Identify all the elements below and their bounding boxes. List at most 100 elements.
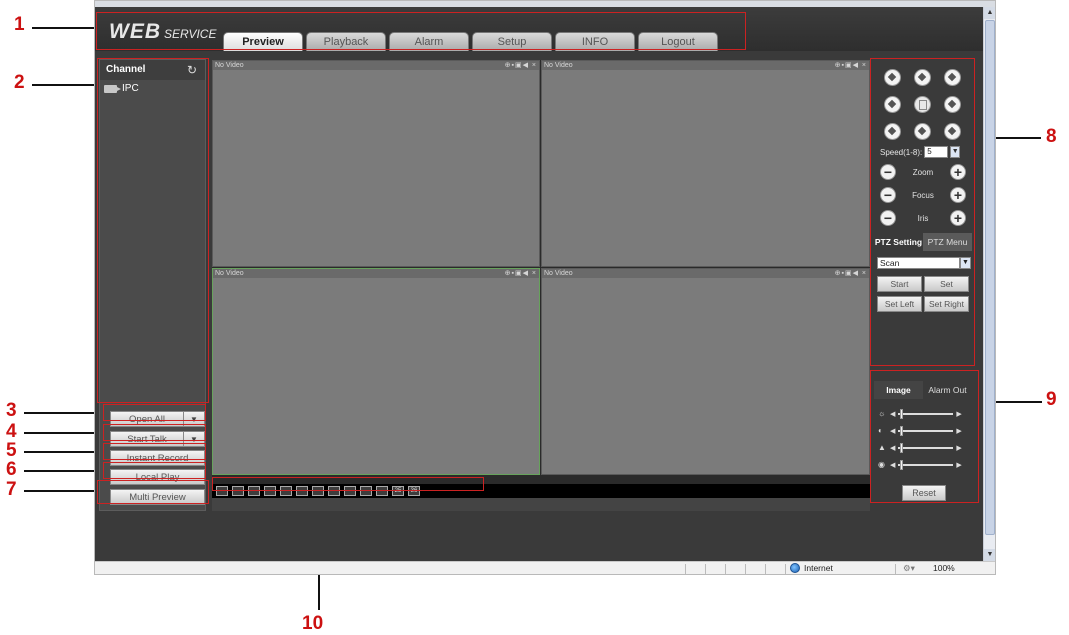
slider-thumb[interactable] [900,459,904,470]
ptz-left-icon[interactable] [884,96,901,113]
layout-13-icon[interactable] [344,486,356,496]
layout-buttons: 25 36 [216,486,420,496]
ptz-set-left-button[interactable]: Set Left [877,296,922,312]
scroll-up-icon[interactable]: ▲ [984,7,995,19]
security-zone-label: Internet [804,563,833,573]
ptz-3d-position-icon[interactable] [914,96,931,113]
tab-ptz-menu[interactable]: PTZ Menu [923,233,972,251]
instant-record-button[interactable]: Instant Record [110,450,205,466]
ptz-speed-select[interactable]: 5 [924,146,949,158]
tab-alarm-out[interactable]: Alarm Out [923,381,972,399]
video-cell-label: No Video [215,270,244,277]
local-play-button[interactable]: Local Play [110,469,205,485]
video-cell-tools-icon[interactable]: ⊕▪▣◀ × [505,61,537,70]
slider-thumb[interactable] [900,425,904,436]
status-separator [685,564,686,574]
scroll-thumb[interactable] [985,20,995,535]
slider-right-icon[interactable]: ▶ [956,427,961,435]
scroll-down-icon[interactable]: ▼ [984,549,995,561]
saturation-icon: ▲ [878,443,886,452]
video-cell-tools-icon[interactable]: ⊕▪▣◀ × [835,269,867,278]
video-cell-tools-icon[interactable]: ⊕▪▣◀ × [505,269,537,278]
slider-right-icon[interactable]: ▶ [956,461,961,469]
slider-left-icon[interactable]: ◀ [890,461,895,469]
ptz-up-left-icon[interactable] [884,69,901,86]
focus-minus-button[interactable]: − [880,187,896,203]
video-cell[interactable]: No Video ⊕▪▣◀ × [541,60,870,267]
zoom-minus-button[interactable]: − [880,164,896,180]
contrast-slider-row: ◐ ◀ ▶ [878,425,962,436]
ptz-right-icon[interactable] [944,96,961,113]
brightness-slider[interactable] [898,408,954,419]
video-cell-titlebar: No Video ⊕▪▣◀ × [542,61,869,70]
tab-ptz-setting[interactable]: PTZ Setting [874,233,923,251]
video-cell[interactable]: No Video ⊕▪▣◀ × [541,268,870,475]
open-all-dropdown-icon[interactable]: ▼ [184,411,205,427]
channel-item-ipc[interactable]: IPC [104,83,139,94]
ptz-up-right-icon[interactable] [944,69,961,86]
chevron-down-icon[interactable]: ▼ [950,146,961,158]
video-cell-label: No Video [544,62,573,69]
start-talk-button[interactable]: Start Talk [110,431,184,447]
ptz-down-icon[interactable] [914,123,931,140]
focus-plus-button[interactable]: + [949,187,966,203]
layout-4-icon[interactable] [280,486,292,496]
video-cell[interactable]: No Video ⊕▪▣◀ × [212,60,540,267]
layout-16-icon[interactable] [360,486,372,496]
slider-left-icon[interactable]: ◀ [890,427,895,435]
ptz-down-left-icon[interactable] [884,123,901,140]
protected-mode-icon[interactable]: ⚙▾ [903,563,915,574]
annotation-line-1 [32,27,94,29]
tab-image[interactable]: Image [874,381,923,399]
slider-right-icon[interactable]: ▶ [956,410,961,418]
open-all-button[interactable]: Open All [110,411,184,427]
ptz-up-icon[interactable] [914,69,931,86]
video-cell-tools-icon[interactable]: ⊕▪▣◀ × [835,61,867,70]
image-tabs: Image Alarm Out [874,381,972,399]
iris-plus-button[interactable]: + [949,210,966,226]
layout-25-button[interactable]: 25 [392,486,404,496]
video-cell-label: No Video [215,62,244,69]
layout-6-icon[interactable] [296,486,308,496]
layout-20-icon[interactable] [376,486,388,496]
ptz-set-right-button[interactable]: Set Right [924,296,969,312]
slider-left-icon[interactable]: ◀ [890,410,895,418]
chevron-down-icon[interactable]: ▼ [960,257,971,269]
layout-1-icon[interactable] [264,486,276,496]
zoom-plus-button[interactable]: + [949,164,966,180]
status-separator [725,564,726,574]
image-reset-button[interactable]: Reset [902,485,946,501]
tab-alarm[interactable]: Alarm [389,32,469,51]
ptz-set-button[interactable]: Set [924,276,969,292]
ptz-down-right-icon[interactable] [944,123,961,140]
zoom-level[interactable]: 100% [933,563,955,573]
tab-setup[interactable]: Setup [472,32,552,51]
layout-9-icon[interactable] [328,486,340,496]
layout-8-icon[interactable] [312,486,324,496]
multi-preview-button[interactable]: Multi Preview [110,489,205,505]
start-talk-dropdown-icon[interactable]: ▼ [184,431,205,447]
video-cell-selected[interactable]: No Video ⊕▪▣◀ × [212,268,540,475]
slider-right-icon[interactable]: ▶ [956,444,961,452]
slider-thumb[interactable] [900,442,904,453]
ptz-mode-select[interactable]: Scan ▼ [877,257,971,269]
tab-logout[interactable]: Logout [638,32,718,51]
tab-info[interactable]: INFO [555,32,635,51]
layout-zoom-icon[interactable] [232,486,244,496]
slider-thumb[interactable] [900,408,904,419]
ptz-start-button[interactable]: Start [877,276,922,292]
slider-left-icon[interactable]: ◀ [890,444,895,452]
contrast-slider[interactable] [898,425,954,436]
tab-preview[interactable]: Preview [223,32,303,51]
refresh-icon[interactable]: ↻ [187,60,197,80]
video-status-strip [212,498,870,511]
browser-vertical-scrollbar[interactable]: ▲ ▼ [983,7,995,561]
iris-minus-button[interactable]: − [880,210,896,226]
tab-playback[interactable]: Playback [306,32,386,51]
hue-slider[interactable] [898,459,954,470]
saturation-slider[interactable] [898,442,954,453]
layout-fullscreen-icon[interactable] [216,486,228,496]
layout-36-button[interactable]: 36 [408,486,420,496]
focus-label: Focus [912,190,934,200]
layout-fit-icon[interactable] [248,486,260,496]
